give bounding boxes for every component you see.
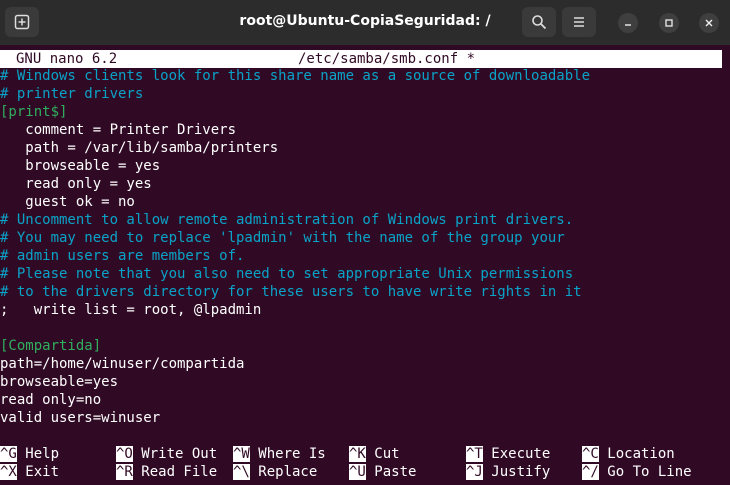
comment-line: # printer drivers	[0, 86, 144, 102]
shortcut-label: Replace	[249, 464, 318, 480]
nano-filename: /etc/samba/smb.conf *	[298, 51, 476, 67]
shortcut-write-out: ^O Write Out	[116, 445, 217, 463]
shortcut-key: ^U	[349, 464, 366, 480]
shortcut-go-to-line: ^/ Go To Line	[582, 463, 692, 481]
shortcut-location: ^C Location	[582, 445, 675, 463]
shortcut-label: Paste	[365, 464, 417, 480]
comment-line: # You may need to replace 'lpadmin' with…	[0, 230, 565, 246]
search-icon	[532, 15, 547, 30]
shortcut-exit: ^X Exit	[0, 463, 59, 481]
comment-line: # Windows clients look for this share na…	[0, 68, 591, 84]
nano-version: GNU nano 6.2	[16, 51, 118, 67]
shortcut-key: ^\	[233, 464, 250, 480]
close-button[interactable]	[699, 13, 719, 33]
search-button[interactable]	[522, 7, 556, 37]
shortcut-label: Where Is	[249, 446, 326, 462]
shortcut-cut: ^K Cut	[349, 445, 400, 463]
minimize-button[interactable]	[618, 13, 638, 33]
shortcut-label: Help	[16, 446, 60, 462]
shortcut-label: Read File	[132, 464, 218, 480]
shortcut-key: ^J	[466, 464, 483, 480]
menu-button[interactable]	[562, 7, 596, 37]
config-line: path = /var/lib/samba/printers	[0, 140, 279, 156]
shortcut-help: ^G Help	[0, 445, 59, 463]
config-line: read only=no	[0, 392, 102, 408]
shortcut-label: Execute	[482, 446, 551, 462]
maximize-icon	[665, 19, 673, 27]
shortcut-replace: ^\ Replace	[233, 463, 317, 481]
shortcut-justify: ^J Justify	[466, 463, 550, 481]
shortcut-key: ^T	[466, 446, 483, 462]
config-line: comment = Printer Drivers	[0, 122, 237, 138]
comment-line: # admin users are members of.	[0, 248, 245, 264]
config-line: guest ok = no	[0, 194, 135, 210]
section-header-line: [print$]	[0, 104, 68, 120]
shortcut-label: Cut	[365, 446, 400, 462]
shortcut-execute: ^T Execute	[466, 445, 550, 463]
shortcut-key: ^/	[582, 464, 599, 480]
shortcut-paste: ^U Paste	[349, 463, 416, 481]
config-line: valid users=winuser	[0, 410, 161, 426]
shortcut-label: Location	[598, 446, 675, 462]
config-line: browseable=yes	[0, 374, 119, 390]
section-header-line: [Compartida]	[0, 338, 102, 354]
shortcut-label: Go To Line	[598, 464, 692, 480]
shortcut-key: ^O	[116, 446, 133, 462]
config-line: read only = yes	[0, 176, 152, 192]
shortcut-label: Write Out	[132, 446, 218, 462]
comment-line: # Please note that you also need to set …	[0, 266, 574, 282]
shortcut-key: ^C	[582, 446, 599, 462]
shortcut-key: ^X	[0, 464, 17, 480]
close-icon	[705, 19, 713, 27]
shortcut-label: Exit	[16, 464, 60, 480]
maximize-button[interactable]	[659, 13, 679, 33]
shortcut-key: ^G	[0, 446, 17, 462]
comment-line: # Uncomment to allow remote administrati…	[0, 212, 574, 228]
shortcut-key: ^K	[349, 446, 366, 462]
shortcut-read-file: ^R Read File	[116, 463, 217, 481]
config-line: path=/home/winuser/compartida	[0, 356, 245, 372]
config-line: browseable = yes	[0, 158, 161, 174]
hamburger-menu-icon	[574, 17, 584, 27]
scrollbar[interactable]	[722, 48, 730, 485]
minimize-icon	[625, 24, 631, 26]
shortcut-where-is: ^W Where Is	[233, 445, 326, 463]
shortcut-key: ^R	[116, 464, 133, 480]
shortcut-label: Justify	[482, 464, 551, 480]
nano-header-bar: GNU nano 6.2/etc/samba/smb.conf *	[0, 50, 722, 68]
config-line: ; write list = root, @lpadmin	[0, 302, 262, 318]
window-titlebar: root@Ubuntu-CopiaSeguridad: /	[0, 0, 730, 45]
comment-line: # to the drivers directory for these use…	[0, 284, 582, 300]
shortcut-key: ^W	[233, 446, 250, 462]
